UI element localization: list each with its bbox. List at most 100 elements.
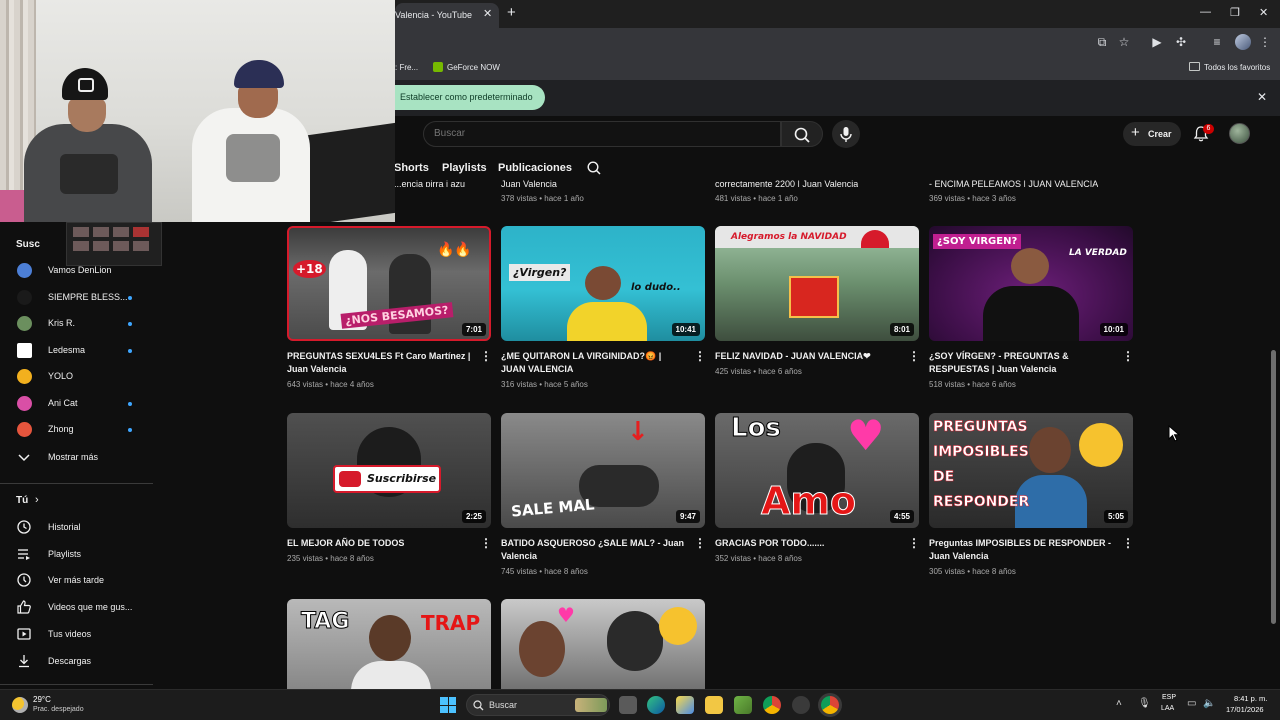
bookmark-item[interactable]: GeForce NOW <box>447 63 500 72</box>
chevron-right-icon[interactable]: › <box>35 494 39 506</box>
subscription-item[interactable]: YOLO <box>0 365 155 389</box>
clock-time[interactable]: 8:41 p. m. <box>1234 694 1267 703</box>
video-thumbnail[interactable]: ¿SOY VIRGEN? LA VERDAD 10:01 <box>929 226 1133 341</box>
search-box[interactable] <box>423 121 781 147</box>
weather-icon[interactable] <box>12 697 28 713</box>
chevron-up-icon[interactable]: ˄ <box>1116 698 1122 709</box>
search-button[interactable] <box>781 121 823 147</box>
browser-tab[interactable]: Valencia - YouTube ✕ <box>395 3 499 28</box>
video-thumbnail[interactable]: +18 ¿NOS BESAMOS? 🔥🔥 7:01 <box>287 226 491 341</box>
more-options-icon[interactable]: ⋮ <box>1122 537 1134 549</box>
edge-icon[interactable] <box>647 696 665 714</box>
layout-indicator[interactable]: LAA <box>1161 705 1174 712</box>
subscription-item[interactable]: Zhong <box>0 418 155 442</box>
video-thumbnail[interactable]: Alegramos la NAVIDAD 8:01 <box>715 226 919 341</box>
media-control-icon[interactable]: ≡ <box>1208 33 1226 51</box>
partial-video-title[interactable]: ...encia pirra i azu <box>394 179 465 187</box>
network-icon[interactable]: ▭ <box>1187 698 1196 709</box>
video-thumbnail[interactable]: ¿Virgen? lo dudo.. 10:41 <box>501 226 705 341</box>
sidebar-item-liked-videos[interactable]: Videos que me gus... <box>0 595 155 619</box>
voice-search-button[interactable] <box>832 120 860 148</box>
channel-search-icon[interactable] <box>586 160 602 176</box>
profile-avatar[interactable] <box>1235 34 1251 50</box>
more-options-icon[interactable]: ⋮ <box>694 537 706 549</box>
search-input[interactable] <box>434 128 734 139</box>
install-app-icon[interactable]: ⧉ <box>1093 33 1111 51</box>
partial-video-title[interactable]: correctamente 2200 | Juan Valencia <box>715 179 858 187</box>
chrome-icon[interactable] <box>763 696 781 714</box>
file-explorer-icon[interactable] <box>705 696 723 714</box>
video-title[interactable]: BATIDO ASQUEROSO ¿SALE MAL? - Juan Valen… <box>501 537 686 563</box>
partial-video-title[interactable]: - ENCIMA PELEAMOS | JUAN VALENCIA <box>929 179 1098 187</box>
video-title[interactable]: PREGUNTAS SEXU4LES Ft Caro Martínez | Ju… <box>287 350 472 376</box>
weather-description[interactable]: Prac. despejado <box>33 706 84 713</box>
video-card[interactable]: TAG TRAP <box>287 599 491 689</box>
sidebar-item-playlists[interactable]: Playlists <box>0 542 155 566</box>
task-view-icon[interactable] <box>619 696 637 714</box>
close-window-icon[interactable]: ✕ <box>1259 6 1268 19</box>
start-button[interactable] <box>440 697 456 713</box>
minimize-icon[interactable]: — <box>1200 6 1211 18</box>
new-tab-icon[interactable]: + <box>507 4 516 21</box>
more-options-icon[interactable]: ⋮ <box>908 537 920 549</box>
close-tab-icon[interactable]: ✕ <box>483 7 492 20</box>
restore-icon[interactable]: ❐ <box>1230 6 1240 19</box>
microphone-icon[interactable]: 🎙 <box>1138 698 1151 709</box>
video-title[interactable]: GRACIAS POR TODO....... <box>715 537 900 550</box>
volume-icon[interactable]: 🔈 <box>1203 698 1215 709</box>
video-title[interactable]: Preguntas IMPOSIBLES DE RESPONDER - Juan… <box>929 537 1114 563</box>
all-favorites-link[interactable]: Todos los favoritos <box>1204 63 1270 72</box>
video-title[interactable]: EL MEJOR AÑO DE TODOS <box>287 537 472 550</box>
more-options-icon[interactable]: ⋮ <box>1122 350 1134 362</box>
video-title[interactable]: ¿SOY VÍRGEN? - PREGUNTAS & RESPUESTAS | … <box>929 350 1114 376</box>
bookmark-star-icon[interactable]: ☆ <box>1115 33 1133 51</box>
steam-icon[interactable] <box>792 696 810 714</box>
tab-publicaciones[interactable]: Publicaciones <box>498 162 572 174</box>
weather-temperature[interactable]: 29°C <box>33 695 51 704</box>
video-thumbnail[interactable]: TAG TRAP <box>287 599 491 689</box>
close-infobar-icon[interactable]: ✕ <box>1257 90 1267 104</box>
more-menu-icon[interactable]: ⋮ <box>1256 33 1274 51</box>
subscription-item[interactable]: Ani Cat <box>0 392 155 416</box>
show-more-button[interactable]: Mostrar más <box>0 445 155 469</box>
set-default-button[interactable]: Establecer como predeterminado <box>395 85 545 110</box>
sidebar-item-ver-mas-tarde[interactable]: Ver más tarde <box>0 568 155 592</box>
taskbar-search[interactable]: Buscar <box>466 694 610 716</box>
more-options-icon[interactable]: ⋮ <box>480 350 492 362</box>
more-options-icon[interactable]: ⋮ <box>908 350 920 362</box>
downloads-icon <box>19 655 29 668</box>
more-options-icon[interactable]: ⋮ <box>480 537 492 549</box>
video-thumbnail[interactable]: Suscribirse 2:25 <box>287 413 491 528</box>
subscriptions-heading[interactable]: Susc <box>16 239 40 250</box>
video-title[interactable]: FELIZ NAVIDAD - JUAN VALENCIA❤ <box>715 350 900 363</box>
you-heading[interactable]: Tú <box>16 495 28 506</box>
sidebar-item-historial[interactable]: Historial <box>0 515 155 539</box>
copilot-icon[interactable] <box>676 696 694 714</box>
bookmark-item[interactable]: : Fre... <box>395 63 418 72</box>
clock-date[interactable]: 17/01/2026 <box>1226 705 1264 714</box>
video-thumbnail[interactable]: ↓ SALE MAL 9:47 <box>501 413 705 528</box>
sidebar-item-descargas[interactable]: Descargas <box>0 649 155 673</box>
sidebar-item-tus-videos[interactable]: Tus videos <box>0 622 155 646</box>
video-title[interactable]: ¿ME QUITARON LA VIRGINIDAD?😡 | JUAN VALE… <box>501 350 686 376</box>
account-avatar[interactable] <box>1229 123 1250 144</box>
tab-playlists[interactable]: Playlists <box>442 162 487 174</box>
more-options-icon[interactable]: ⋮ <box>694 350 706 362</box>
partial-video-title[interactable]: Juan Valencia <box>501 179 557 187</box>
extensions-icon[interactable]: ✣ <box>1172 33 1190 51</box>
tab-shorts[interactable]: Shorts <box>394 162 429 174</box>
video-thumbnail[interactable]: PREGUNTAS IMPOSIBLES DE RESPONDER 5:05 <box>929 413 1133 528</box>
language-indicator[interactable]: ESP <box>1162 694 1176 701</box>
video-card[interactable]: ♥ <box>501 599 705 689</box>
create-button[interactable]: + Crear <box>1123 122 1181 146</box>
extension-play-icon[interactable]: ▶ <box>1148 33 1166 51</box>
page-scrollbar[interactable] <box>1271 350 1276 624</box>
video-thumbnail[interactable]: Los ♥ Amo 4:55 <box>715 413 919 528</box>
minecraft-icon[interactable] <box>734 696 752 714</box>
chrome-active-icon[interactable] <box>821 696 839 714</box>
video-thumbnail[interactable]: ♥ <box>501 599 705 689</box>
subscription-item[interactable]: Kris R. <box>0 312 155 336</box>
subscription-item[interactable]: SIEMPRE BLESS... <box>0 286 155 310</box>
subscription-item[interactable]: Ledesma <box>0 339 155 363</box>
video-meta: 425 vistas • hace 6 años <box>715 367 802 376</box>
